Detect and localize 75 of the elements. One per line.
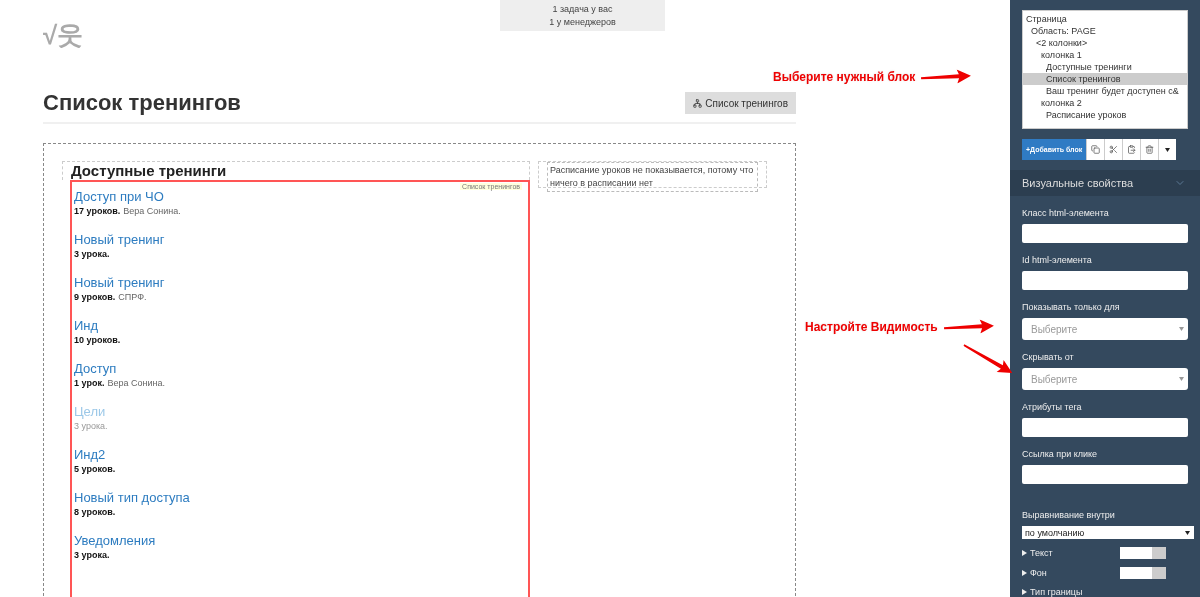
tree-item[interactable]: Доступные тренинги: [1023, 61, 1187, 73]
scissors-icon: [1109, 145, 1119, 155]
lesson-count: 5 уроков.: [74, 464, 116, 474]
caret-icon: [1022, 550, 1027, 556]
tree-item[interactable]: <2 колонки>: [1023, 37, 1187, 49]
selected-block[interactable]: [70, 180, 530, 597]
input-field[interactable]: [1022, 465, 1188, 484]
tree-item[interactable]: колонка 1: [1023, 49, 1187, 61]
author-text: Вера Сонина.: [123, 206, 181, 216]
color-swatch[interactable]: [1120, 547, 1166, 559]
notice-text: 1 у менеджеров: [549, 15, 616, 29]
training-link[interactable]: Доступ при ЧО: [74, 189, 164, 204]
page-title: Список тренингов: [43, 90, 241, 116]
lesson-count: 3 урока.: [74, 249, 110, 259]
tree-item[interactable]: Страница: [1023, 13, 1187, 25]
tree-item[interactable]: Расписание уроков: [1023, 109, 1187, 121]
tree-item[interactable]: Ваш тренинг будет доступен c&: [1023, 85, 1187, 97]
tree-item[interactable]: Область: PAGE: [1023, 25, 1187, 37]
delete-button[interactable]: [1140, 138, 1159, 161]
lesson-count: 17 уроков.: [74, 206, 121, 216]
trash-icon: [1145, 145, 1155, 155]
cut-button[interactable]: [1104, 138, 1123, 161]
caret-icon: [1022, 570, 1027, 576]
section-header[interactable]: Визуальные свойства: [1010, 170, 1200, 196]
training-link[interactable]: Уведомления: [74, 533, 156, 548]
paste-button[interactable]: [1122, 138, 1141, 161]
clipboard-icon: [1127, 145, 1137, 155]
field-label: Показывать только для: [1022, 302, 1121, 312]
annotation-text: Настройте Видимость: [805, 320, 938, 334]
dropdown-icon: [1179, 327, 1184, 331]
author-text: Вера Сонина.: [107, 378, 165, 388]
field-label: Выравнивание внутри: [1022, 510, 1116, 520]
input-field[interactable]: [1022, 418, 1188, 437]
field-label: Атрибуты тега: [1022, 402, 1083, 412]
caret-icon: [1022, 589, 1027, 595]
tree-item[interactable]: колонка 2: [1023, 97, 1187, 109]
field-label: Ссылка при клике: [1022, 449, 1099, 459]
lesson-count: 10 уроков.: [74, 335, 121, 345]
schedule-text: Расписание уроков не показывается, потому что ничего в расписании нет: [547, 162, 758, 192]
training-link[interactable]: Новый тип доступа: [74, 490, 190, 505]
training-link[interactable]: Инд: [74, 318, 99, 333]
arrow-icon: [943, 318, 994, 336]
sitemap-icon: [693, 98, 703, 108]
property-label[interactable]: Фон: [1030, 568, 1047, 578]
arrow-icon: [920, 68, 972, 86]
lesson-count: 1 урок.: [74, 378, 105, 388]
structure-button[interactable]: Список тренингов: [685, 92, 796, 114]
input-field[interactable]: [1022, 271, 1188, 290]
author-text: СПРФ.: [118, 292, 147, 302]
copy-icon: [1091, 145, 1101, 155]
training-link[interactable]: Доступ: [74, 361, 117, 376]
annotation-text: Выберите нужный блок: [773, 70, 916, 84]
lesson-count: 9 уроков.: [74, 292, 116, 302]
field-label: Id html-элемента: [1022, 255, 1093, 265]
property-label[interactable]: Тип границы: [1030, 587, 1083, 597]
training-link[interactable]: Новый тренинг: [74, 232, 165, 247]
dropdown-icon: [1185, 530, 1190, 535]
field-label: Скрывать от: [1022, 352, 1075, 362]
dropdown-icon: [1179, 377, 1184, 381]
property-label[interactable]: Текст: [1030, 548, 1053, 558]
notice-text: 1 задача у вас: [552, 2, 613, 16]
select-field[interactable]: по умолчанию: [1022, 526, 1194, 539]
training-link[interactable]: Новый тренинг: [74, 275, 165, 290]
tree-item[interactable]: Список тренингов: [1023, 73, 1187, 85]
lesson-count: 3 урока.: [74, 421, 108, 431]
training-link[interactable]: Инд2: [74, 447, 106, 462]
field-label: Класс html-элемента: [1022, 208, 1110, 218]
lesson-count: 8 уроков.: [74, 507, 116, 517]
color-swatch[interactable]: [1120, 567, 1166, 579]
input-field[interactable]: [1022, 224, 1188, 243]
more-button[interactable]: [1158, 138, 1177, 161]
block-heading: Доступные тренинги: [62, 161, 530, 180]
copy-button[interactable]: [1086, 138, 1105, 161]
lesson-count: 3 урока.: [74, 550, 110, 560]
caret-icon: [1165, 147, 1171, 152]
